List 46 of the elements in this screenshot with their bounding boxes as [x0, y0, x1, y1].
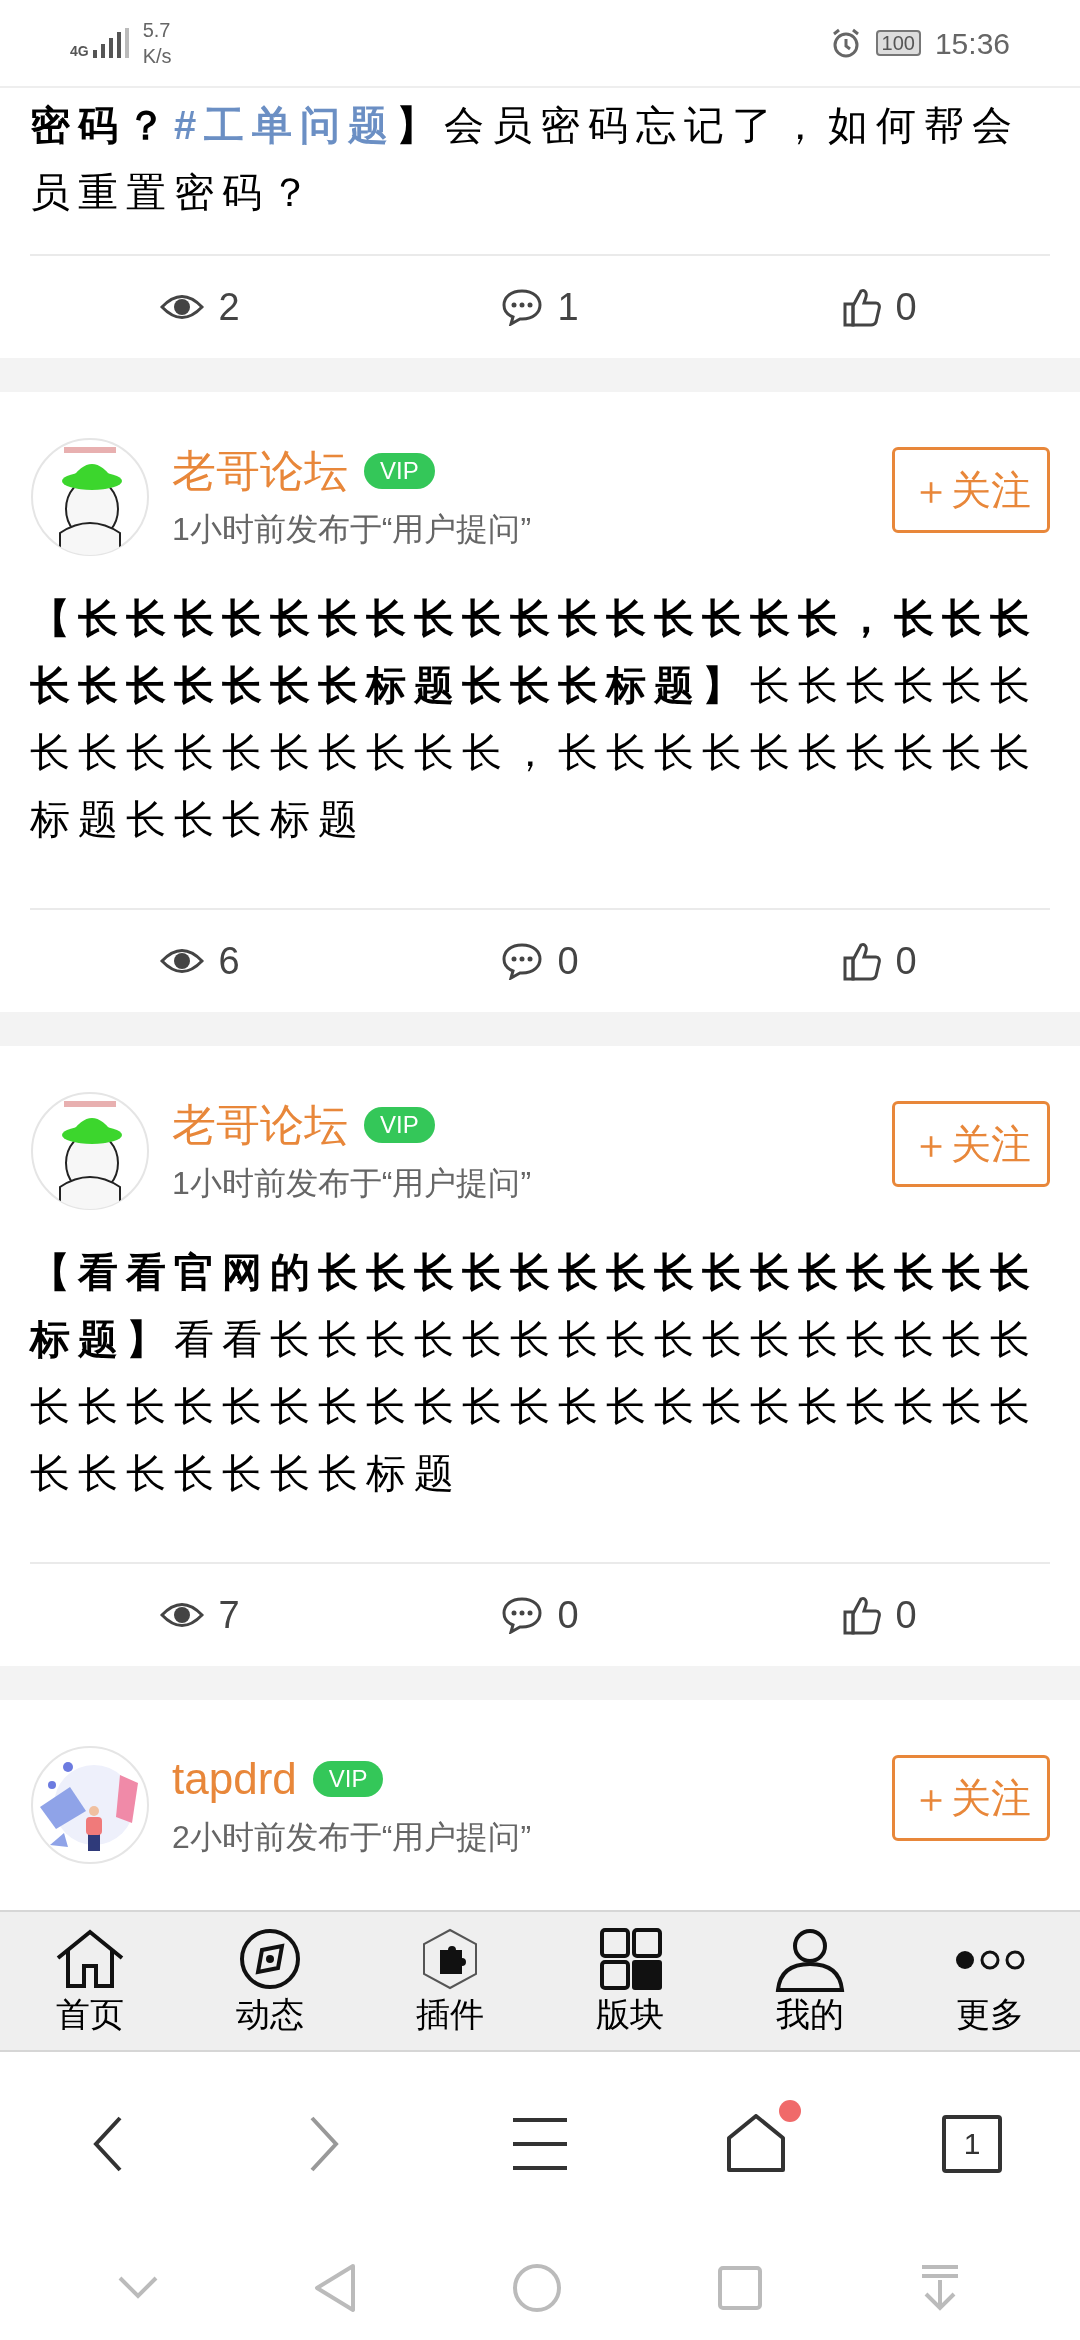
vip-badge: VIP	[364, 453, 435, 489]
like-count: 0	[895, 938, 917, 984]
tab-bar-item[interactable]: 版块	[540, 1912, 720, 2050]
menu-icon[interactable]	[511, 2115, 569, 2172]
post-meta: 1小时前发布于“用户提问”	[172, 1164, 533, 1203]
tab-bar-item[interactable]: 首页	[0, 1912, 180, 2050]
tab-bar-item[interactable]: 更多	[900, 1912, 1080, 2050]
tab-bar-item[interactable]: 插件	[360, 1912, 540, 2050]
more-icon	[954, 1949, 1026, 1971]
clock-time: 15:36	[934, 25, 1010, 62]
signal-icon	[92, 28, 129, 58]
comment-count: 1	[557, 284, 579, 330]
post-title[interactable]: 密码？#工单问题】会员密码忘记了，如何帮会员重置密码？	[0, 88, 1080, 254]
post-title[interactable]: 【看看官网的长长长长长长长长长长长长长长长标题】看看长长长长长长长长长长长长长长长长长长长长长长长长长长长长长长长长长长长长长长长长长长长长标题	[0, 1211, 1080, 1562]
person-icon	[774, 1928, 846, 1992]
post-meta: 2小时前发布于“用户提问”	[172, 1818, 533, 1857]
eye-icon	[160, 292, 205, 322]
vip-badge: VIP	[312, 1761, 384, 1797]
network-speed: 5.7	[142, 18, 172, 43]
view-count: 6	[218, 938, 240, 984]
recents-icon[interactable]	[717, 2264, 764, 2311]
like-count: 0	[895, 284, 917, 330]
comment-icon	[501, 288, 544, 326]
battery-level: 100	[875, 30, 921, 56]
comment-icon	[501, 942, 544, 980]
view-count: 7	[218, 1592, 240, 1638]
tabs-button[interactable]: 1	[942, 2114, 1002, 2173]
vip-badge: VIP	[364, 1107, 435, 1143]
thumbs-up-icon	[843, 287, 882, 327]
home-icon[interactable]	[725, 2113, 787, 2174]
eye-icon	[160, 946, 205, 976]
comment-count: 0	[557, 938, 579, 984]
tab-bar-item[interactable]: 动态	[180, 1912, 360, 2050]
comment-count: 0	[557, 1592, 579, 1638]
post-meta: 1小时前发布于“用户提问”	[172, 510, 533, 549]
tab-bar-item[interactable]: 我的	[720, 1912, 900, 2050]
comment-icon	[501, 1596, 544, 1634]
post-title[interactable]: 【长长长长长长长长长长长长长长长长，长长长长长长长长长长标题长长长标题】长长长长长长长长长长长长长长长长，长长长长长长长长长长标题长长长标题	[0, 557, 1080, 908]
network-label: 4G	[70, 44, 89, 58]
thumbs-up-icon	[843, 941, 882, 981]
chevron-down-icon[interactable]	[117, 2275, 158, 2300]
view-count: 2	[218, 284, 240, 330]
eye-icon	[160, 1600, 205, 1630]
like-count: 0	[895, 1592, 917, 1638]
thumbs-up-icon	[843, 1595, 882, 1635]
network-speed: K/s	[142, 44, 172, 69]
